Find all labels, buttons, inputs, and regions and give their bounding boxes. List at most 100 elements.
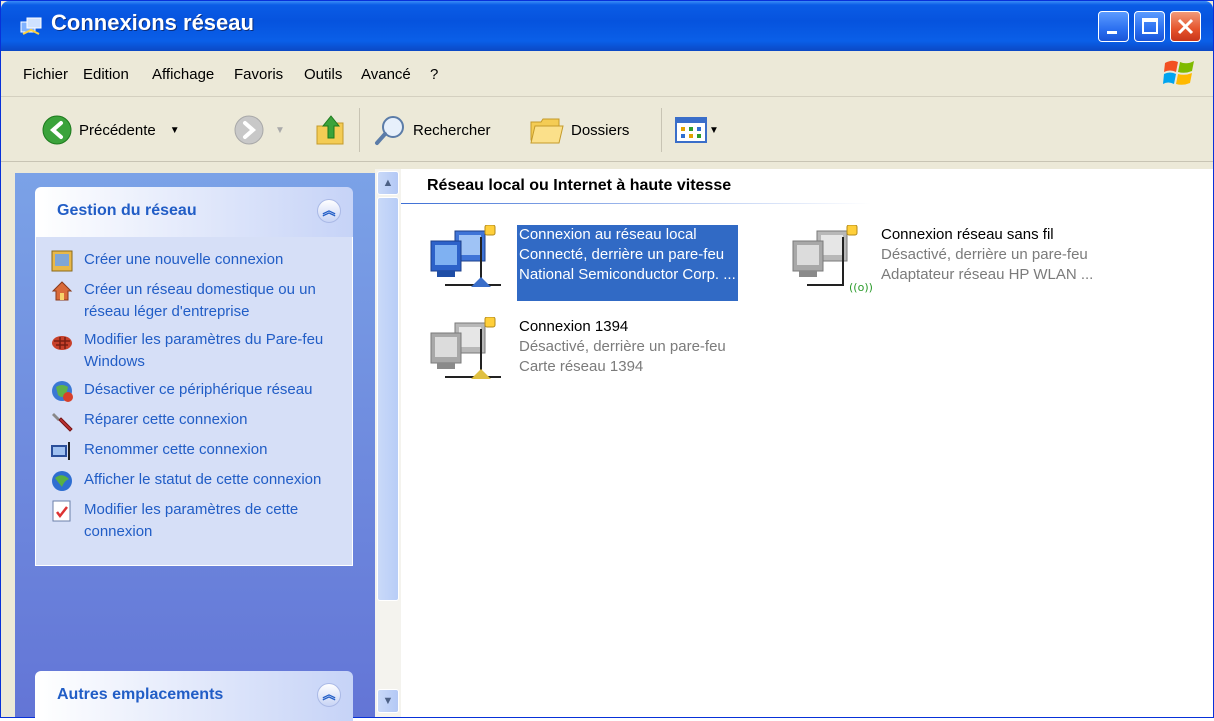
task-label: Créer une nouvelle connexion	[84, 251, 284, 268]
panel-body: Créer une nouvelle connexion Créer un ré…	[35, 237, 353, 566]
menu-fichier[interactable]: Fichier	[23, 66, 68, 83]
task-repair[interactable]: Réparer cette connexion	[50, 409, 340, 433]
menu-help[interactable]: ?	[430, 66, 438, 83]
content-area: Réseau local ou Internet à haute vitesse…	[401, 169, 1213, 717]
connection-status: Désactivé, derrière un pare-feu	[519, 338, 726, 355]
wireless-connection-icon: ((o))	[792, 225, 873, 294]
back-button[interactable]: Précédente ▼	[41, 98, 180, 162]
new-connection-icon	[51, 250, 73, 272]
menu-outils[interactable]: Outils	[304, 66, 342, 83]
collapse-up-icon[interactable]: ︽	[317, 199, 341, 223]
folders-label: Dossiers	[571, 121, 630, 139]
close-button[interactable]	[1170, 11, 1201, 42]
search-label: Rechercher	[413, 121, 491, 139]
connection-1394[interactable]: Connexion 1394 Désactivé, derrière un pa…	[425, 317, 728, 393]
maximize-icon	[1142, 18, 1158, 34]
vertical-scrollbar[interactable]: ▲ ▼	[375, 169, 401, 717]
task-status[interactable]: Afficher le statut de cette connexion	[50, 469, 340, 493]
forward-arrow-icon	[234, 115, 264, 145]
folders-button[interactable]: Dossiers	[529, 98, 629, 162]
back-arrow-icon	[42, 115, 72, 145]
firewire-connection-icon	[430, 317, 501, 379]
panel-title: Autres emplacements	[57, 686, 224, 703]
task-label: Créer un réseau domestique ou un réseau …	[84, 281, 316, 320]
connection-text: Connexion au réseau local Connecté, derr…	[517, 225, 738, 301]
task-home-network[interactable]: Créer un réseau domestique ou un réseau …	[50, 279, 340, 323]
repair-icon	[52, 413, 73, 432]
menu-label: Avancé	[361, 66, 411, 83]
scroll-thumb[interactable]	[377, 197, 399, 601]
menu-edition[interactable]: Edition	[83, 66, 129, 83]
connection-name: Connexion 1394	[519, 318, 629, 335]
task-new-connection[interactable]: Créer une nouvelle connexion	[50, 249, 340, 273]
scroll-up-button[interactable]: ▲	[377, 171, 399, 195]
window-title: Connexions réseau	[51, 10, 254, 35]
dropdown-arrow-icon: ▼	[275, 124, 285, 136]
scroll-down-button[interactable]: ▼	[377, 689, 399, 713]
task-label: Modifier les paramètres du Pare-feu Wind…	[84, 331, 324, 370]
views-button[interactable]: ▼	[675, 98, 719, 162]
lan-connection-icon	[430, 225, 501, 287]
menu-label: Outils	[304, 66, 343, 83]
rename-icon	[51, 442, 70, 460]
menu-affichage[interactable]: Affichage	[152, 66, 214, 83]
back-label: Précédente	[79, 121, 156, 139]
search-icon	[375, 116, 404, 145]
folders-icon	[530, 118, 564, 144]
task-settings[interactable]: Modifier les paramètres de cette connexi…	[50, 499, 340, 543]
dropdown-arrow-icon[interactable]: ▼	[170, 125, 180, 136]
collapse-up-icon[interactable]: ︽	[317, 683, 341, 707]
menu-favoris[interactable]: Favoris	[234, 66, 283, 83]
search-button[interactable]: Rechercher	[373, 98, 491, 162]
dropdown-arrow-icon[interactable]: ▼	[709, 125, 719, 136]
home-network-icon	[51, 281, 73, 301]
connection-device: Carte réseau 1394	[519, 358, 644, 375]
group-title: Réseau local ou Internet à haute vitesse	[427, 177, 732, 194]
window: Connexions réseau Fichier Edition Affich…	[0, 0, 1214, 721]
connection-status: Connecté, derrière un pare-feu	[519, 246, 725, 263]
svg-text:((o)): ((o))	[849, 281, 873, 294]
network-connections-icon	[20, 17, 42, 35]
up-folder-button[interactable]	[313, 98, 349, 162]
other-places-panel: Autres emplacements ︽	[35, 671, 353, 721]
connection-text: Connexion 1394 Désactivé, derrière un pa…	[517, 317, 728, 393]
task-pane: Gestion du réseau ︽ Créer une nouvelle c…	[15, 173, 375, 721]
menu-label: Edition	[83, 66, 129, 83]
menu-label: Favoris	[234, 66, 284, 83]
toolbar-separator	[359, 108, 360, 152]
task-rename[interactable]: Renommer cette connexion	[50, 439, 340, 463]
menu-label: ?	[430, 66, 439, 83]
firewall-icon	[52, 336, 72, 350]
task-firewall[interactable]: Modifier les paramètres du Pare-feu Wind…	[50, 329, 340, 373]
settings-icon	[52, 500, 71, 522]
panel-header[interactable]: Autres emplacements ︽	[35, 671, 353, 721]
maximize-button[interactable]	[1134, 11, 1165, 42]
disable-device-icon	[52, 381, 73, 402]
panel-title: Gestion du réseau	[57, 202, 197, 219]
menu-bar: Fichier Edition Affichage Favoris Outils…	[1, 51, 1213, 97]
group-divider	[401, 203, 871, 204]
up-folder-icon	[316, 115, 344, 145]
menu-label: Fichier	[23, 66, 69, 83]
network-tasks-panel: Gestion du réseau ︽ Créer une nouvelle c…	[35, 187, 353, 566]
connection-text: Connexion réseau sans fil Désactivé, der…	[879, 225, 1095, 301]
connection-name: Connexion réseau sans fil	[881, 226, 1054, 243]
connection-device: National Semiconductor Corp. ...	[519, 266, 736, 283]
connection-device: Adaptateur réseau HP WLAN ...	[881, 266, 1094, 283]
task-label: Modifier les paramètres de cette connexi…	[84, 501, 299, 540]
forward-button[interactable]: ▼	[233, 98, 285, 162]
menu-avance[interactable]: Avancé	[361, 66, 411, 83]
task-disable-device[interactable]: Désactiver ce périphérique réseau	[50, 379, 340, 403]
close-icon	[1177, 18, 1194, 35]
title-bar[interactable]: Connexions réseau	[1, 1, 1213, 51]
connection-lan[interactable]: Connexion au réseau local Connecté, derr…	[425, 225, 738, 301]
minimize-button[interactable]	[1098, 11, 1129, 42]
toolbar-separator	[661, 108, 662, 152]
task-label: Afficher le statut de cette connexion	[84, 471, 322, 488]
minimize-icon	[1107, 31, 1117, 34]
panel-header[interactable]: Gestion du réseau ︽	[35, 187, 353, 237]
windows-logo-icon	[1163, 60, 1194, 85]
connection-status: Désactivé, derrière un pare-feu	[881, 246, 1088, 263]
connection-wireless[interactable]: ((o)) Connexion réseau sans fil Désactiv…	[787, 225, 1095, 301]
views-icon	[675, 117, 707, 143]
